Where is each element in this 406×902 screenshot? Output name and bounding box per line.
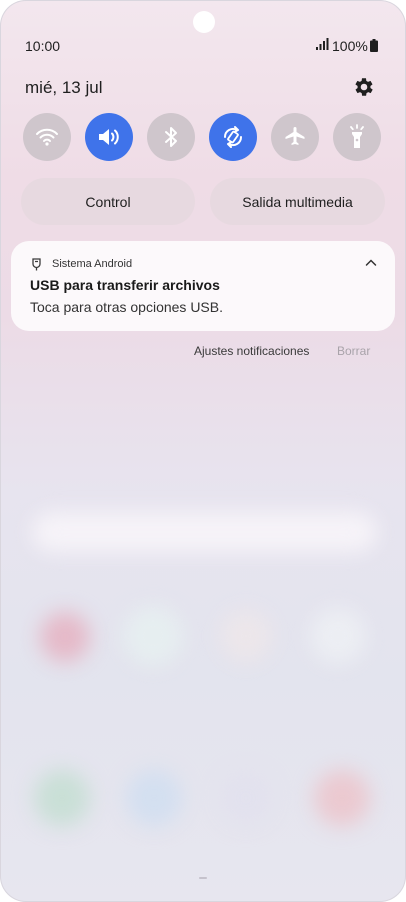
blurred-dock-icon: [314, 770, 370, 826]
blurred-dock-icon: [220, 772, 272, 824]
blurred-search-bar: [32, 512, 377, 552]
airplane-icon: [285, 127, 305, 145]
signal-icon: [316, 38, 329, 50]
flashlight-icon: [350, 124, 364, 148]
blurred-app-icon: [40, 612, 90, 662]
rotate-icon: [223, 126, 243, 148]
blurred-app-icon: [123, 606, 183, 666]
chevron-up-icon[interactable]: [364, 256, 378, 270]
blurred-dock-icon: [126, 770, 182, 826]
blurred-dock-icon: [34, 770, 90, 826]
gear-icon[interactable]: [352, 75, 376, 99]
notification-panel: 10:00 100% mié, 13 jul Control Salida mu…: [0, 0, 406, 902]
date-label: mié, 13 jul: [25, 78, 103, 97]
wifi-tile[interactable]: [23, 113, 71, 161]
home-indicator: [199, 877, 207, 879]
usb-notification-card[interactable]: Sistema Android USB para transferir arch…: [11, 241, 395, 331]
blurred-app-icon: [310, 608, 366, 664]
auto-rotate-tile[interactable]: [209, 113, 257, 161]
control-button[interactable]: Control: [21, 178, 195, 225]
battery-level: 100%: [332, 38, 368, 54]
quick-settings-tiles: [23, 113, 383, 163]
notification-app-name: Sistema Android: [52, 258, 133, 270]
bluetooth-icon: [165, 127, 177, 147]
clear-all-button[interactable]: Borrar: [337, 344, 370, 358]
status-time: 10:00: [25, 38, 61, 54]
wifi-icon: [36, 128, 58, 146]
usb-icon: [32, 258, 41, 271]
volume-icon: [99, 129, 119, 145]
notification-text: Toca para otras opciones USB.: [30, 299, 223, 315]
battery-icon: [370, 39, 378, 52]
bluetooth-tile[interactable]: [147, 113, 195, 161]
sound-tile[interactable]: [85, 113, 133, 161]
airplane-tile[interactable]: [271, 113, 319, 161]
notification-title: USB para transferir archivos: [30, 277, 220, 293]
status-bar: 10:00 100%: [0, 34, 406, 58]
flashlight-tile[interactable]: [333, 113, 381, 161]
notification-settings-link[interactable]: Ajustes notificaciones: [194, 344, 309, 358]
blurred-app-icon: [220, 610, 272, 662]
media-output-button[interactable]: Salida multimedia: [210, 178, 385, 225]
front-camera: [193, 11, 215, 33]
